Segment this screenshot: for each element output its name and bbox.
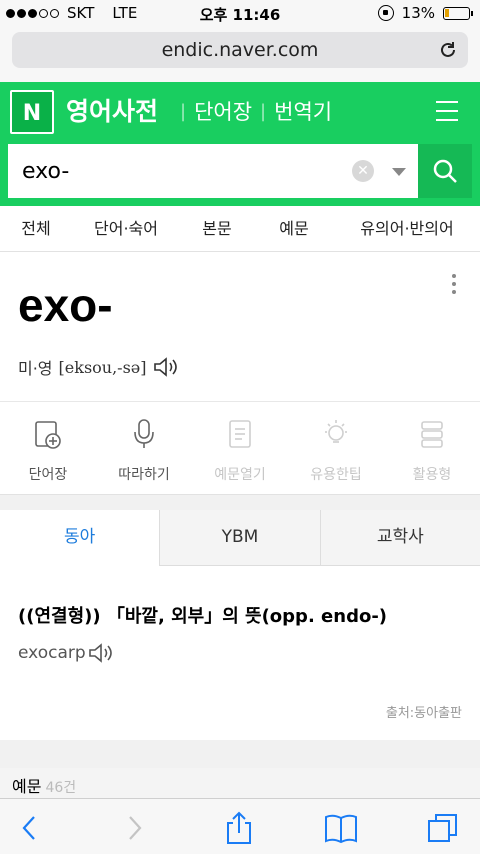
address-bar[interactable]: endic.naver.com xyxy=(12,32,468,68)
open-examples-label: 예문열기 xyxy=(214,467,266,483)
tab-text[interactable]: 본문 xyxy=(180,206,254,251)
battery-percent: 13% xyxy=(401,4,435,22)
search-category-tabs: 전체 단어·숙어 본문 예문 유의어·반의어 xyxy=(0,206,480,252)
shadowing-button[interactable]: 따라하기 xyxy=(96,402,192,494)
document-icon xyxy=(229,420,251,448)
wordbook-link[interactable]: 단어장 xyxy=(194,96,252,126)
lightbulb-icon xyxy=(325,420,347,443)
wordbook-add-icon xyxy=(35,421,61,449)
divider: | xyxy=(260,100,267,122)
status-right: 13% xyxy=(377,4,473,22)
useful-tips-label: 유용한팁 xyxy=(310,467,362,483)
meaning-section: ((연결형)) 「바깥, 외부」의 뜻(opp. endo-) exocarp … xyxy=(0,566,480,740)
entry-card: exo- 미·영 [eksou,-sə] xyxy=(0,252,480,402)
bookmarks-icon[interactable] xyxy=(324,811,358,845)
status-bar: SKT LTE 오후 11:46 13% xyxy=(0,0,480,26)
entry-word: exo- xyxy=(18,279,113,331)
search-box: ✕ xyxy=(8,144,418,198)
conjugation-button[interactable]: 활용형 xyxy=(384,402,480,494)
microphone-icon xyxy=(134,419,154,448)
dictionary-header: N 영어사전 | 단어장 | 번역기 ✕ xyxy=(0,82,480,206)
dictionary-title[interactable]: 영어사전 xyxy=(66,92,158,128)
translator-link[interactable]: 번역기 xyxy=(274,96,332,126)
related-word-link[interactable]: exocarp xyxy=(18,643,86,663)
tab-examples[interactable]: 예문 xyxy=(254,206,334,251)
related-word: exocarp xyxy=(18,642,116,664)
tab-kyohak[interactable]: 교학사 xyxy=(320,510,480,566)
forward-icon[interactable] xyxy=(118,811,152,845)
tab-donga[interactable]: 동아 xyxy=(0,510,161,566)
back-icon[interactable] xyxy=(12,811,46,845)
chevron-down-icon[interactable] xyxy=(392,168,406,176)
section-divider xyxy=(0,740,480,768)
naver-logo[interactable]: N xyxy=(10,90,54,134)
url-text: endic.naver.com xyxy=(161,39,319,61)
shadowing-label: 따라하기 xyxy=(118,467,170,483)
wordbook-add-label: 단어장 xyxy=(28,467,68,483)
examples-count: 46건 xyxy=(45,780,77,796)
tab-ybm[interactable]: YBM xyxy=(160,510,321,566)
tab-words-idioms[interactable]: 단어·숙어 xyxy=(72,206,180,251)
divider: | xyxy=(180,100,187,122)
tab-synonyms-antonyms[interactable]: 유의어·반의어 xyxy=(334,206,480,251)
search-input[interactable] xyxy=(22,144,342,198)
useful-tips-button[interactable]: 유용한팁 xyxy=(288,402,384,494)
share-icon[interactable] xyxy=(222,811,256,845)
more-options-icon[interactable] xyxy=(452,274,458,298)
examples-label: 예문 xyxy=(12,777,42,796)
pronunciation-ipa: [eksou,-sə] xyxy=(58,357,147,377)
hamburger-menu-icon[interactable] xyxy=(436,101,458,121)
dictionary-source-tabs: 동아 YBM 교학사 xyxy=(0,510,480,566)
wordbook-add-button[interactable]: 단어장 xyxy=(0,402,96,494)
clear-icon[interactable]: ✕ xyxy=(352,160,374,182)
speaker-icon[interactable] xyxy=(153,356,181,378)
section-divider xyxy=(0,494,480,510)
header-links: | 단어장 | 번역기 xyxy=(172,96,332,126)
open-examples-button[interactable]: 예문열기 xyxy=(192,402,288,494)
speaker-icon[interactable] xyxy=(88,642,116,664)
search-icon xyxy=(433,159,457,183)
tabs-icon[interactable] xyxy=(426,811,460,845)
orientation-lock-icon xyxy=(377,5,394,21)
browser-toolbar xyxy=(0,798,480,854)
tab-all[interactable]: 전체 xyxy=(0,206,72,251)
browser-address-area: endic.naver.com xyxy=(0,26,480,82)
entry-actions: 단어장 따라하기 예문열기 유용한팁 활용형 xyxy=(0,402,480,494)
examples-header: 예문 46건 xyxy=(0,768,480,798)
source-credit: 출처:동아출판 xyxy=(385,706,462,721)
battery-icon xyxy=(443,6,473,20)
stack-icon xyxy=(421,421,443,448)
pronunciation-label: 미·영 xyxy=(18,359,53,378)
reload-icon[interactable] xyxy=(438,40,458,60)
pronunciation: 미·영 [eksou,-sə] xyxy=(18,355,181,379)
search-button[interactable] xyxy=(418,144,472,198)
definition-text: ((연결형)) 「바깥, 외부」의 뜻(opp. endo-) xyxy=(18,606,388,627)
conjugation-label: 활용형 xyxy=(412,467,452,483)
